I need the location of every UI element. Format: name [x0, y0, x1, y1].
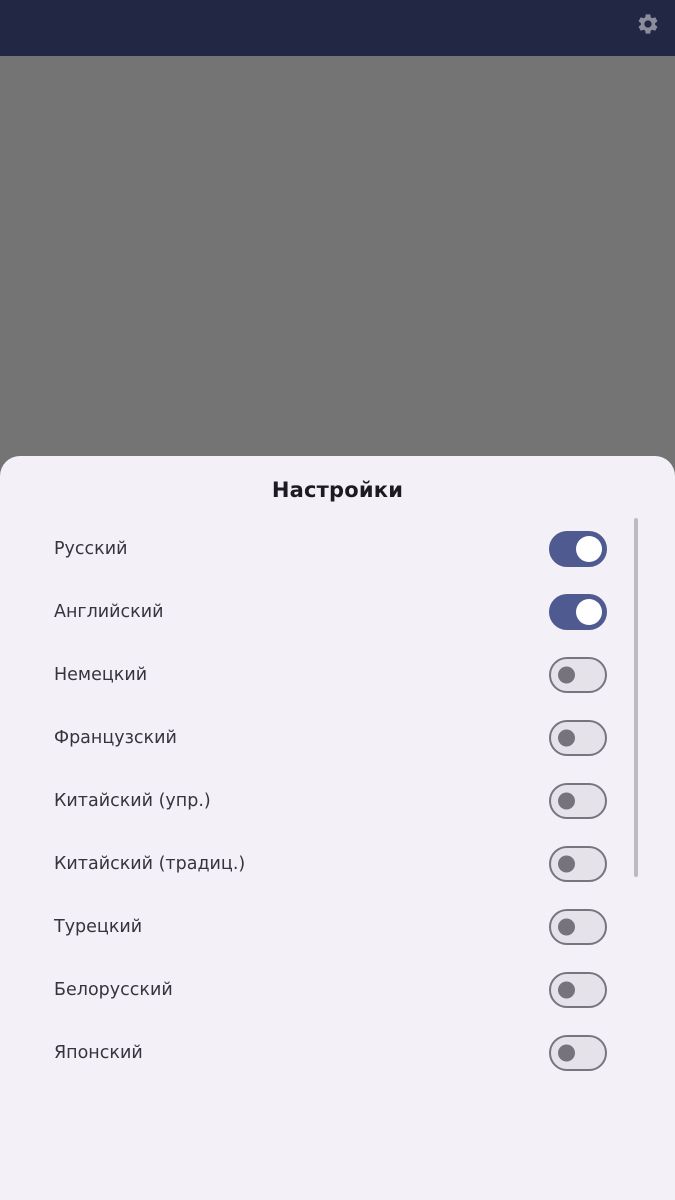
language-label: Турецкий [54, 916, 143, 937]
language-toggle[interactable] [549, 782, 607, 819]
language-toggle[interactable] [549, 845, 607, 882]
language-row: Русский [0, 517, 675, 580]
scrollbar[interactable] [634, 518, 638, 877]
settings-bottom-sheet: Настройки Русский Английский Немецкий Франц… [0, 456, 675, 1200]
language-toggle[interactable] [549, 971, 607, 1008]
language-toggle[interactable] [549, 656, 607, 693]
toggle-thumb [558, 1044, 575, 1061]
language-label: Японский [54, 1042, 143, 1063]
language-toggle[interactable] [549, 719, 607, 756]
language-row: Английский [0, 580, 675, 643]
language-label: Французский [54, 727, 177, 748]
language-row: Турецкий [0, 895, 675, 958]
gear-icon[interactable] [636, 12, 660, 36]
language-label: Немецкий [54, 664, 148, 685]
language-toggle[interactable] [549, 1034, 607, 1071]
language-row: Китайский (традиц.) [0, 832, 675, 895]
toggle-thumb [558, 981, 575, 998]
toggle-thumb [558, 918, 575, 935]
toggle-thumb [558, 855, 575, 872]
language-row: Японский [0, 1021, 675, 1084]
language-row: Немецкий [0, 643, 675, 706]
language-label: Белорусский [54, 979, 173, 1000]
toggle-thumb [558, 666, 575, 683]
language-list: Русский Английский Немецкий Французский Кита… [0, 517, 675, 1084]
language-row: Белорусский [0, 958, 675, 1021]
language-label: Китайский (традиц.) [54, 853, 246, 874]
language-toggle[interactable] [549, 530, 607, 567]
language-label: Русский [54, 538, 128, 559]
language-label: Китайский (упр.) [54, 790, 211, 811]
language-row: Французский [0, 706, 675, 769]
language-toggle[interactable] [549, 593, 607, 630]
app-top-bar [0, 0, 675, 56]
toggle-thumb [576, 598, 602, 625]
language-toggle[interactable] [549, 908, 607, 945]
language-label: Английский [54, 601, 164, 622]
language-row: Китайский (упр.) [0, 769, 675, 832]
toggle-thumb [558, 792, 575, 809]
sheet-title: Настройки [271, 478, 404, 502]
toggle-thumb [558, 729, 575, 746]
toggle-thumb [576, 535, 602, 562]
